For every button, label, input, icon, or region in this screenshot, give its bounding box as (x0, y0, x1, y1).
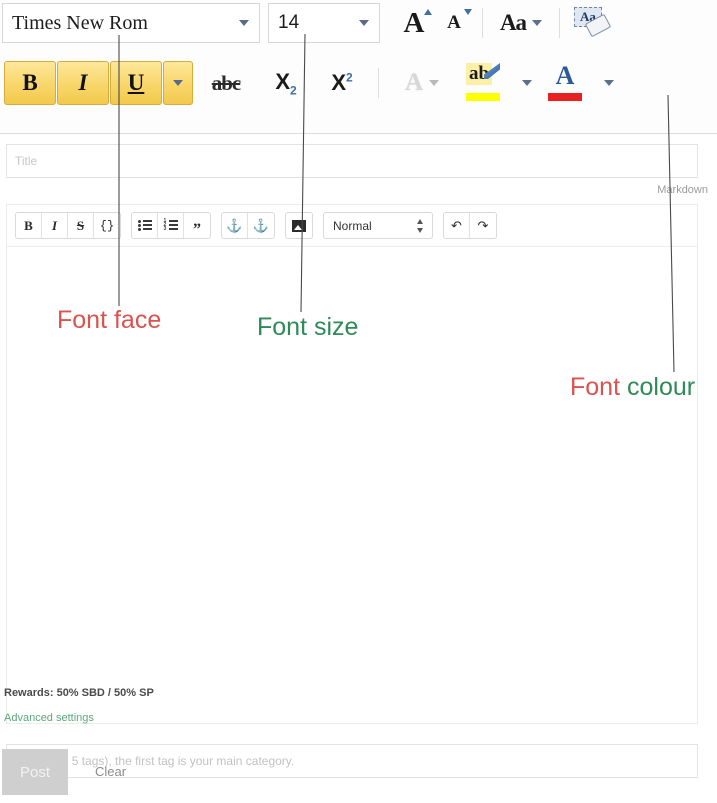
superscript-index: 2 (346, 70, 353, 85)
subscript-icon: X2 (275, 69, 296, 97)
italic-button[interactable]: I (57, 61, 109, 105)
superscript-icon: X2 (331, 70, 352, 96)
font-color-icon: A (542, 61, 588, 105)
strikethrough-icon: abc (211, 70, 241, 95)
editor-bullet-list-button[interactable] (132, 213, 158, 238)
editor-strikethrough-button[interactable]: S (68, 213, 94, 238)
subscript-index: 2 (290, 83, 297, 98)
editor-undo-button[interactable]: ↶ (444, 213, 470, 238)
shrink-font-icon: A (447, 12, 461, 33)
editor-quote-button[interactable]: ” (184, 213, 210, 238)
editor-bold-button[interactable]: B (16, 213, 42, 238)
clear-button[interactable]: Clear (95, 764, 126, 779)
change-case-icon: Aa (499, 10, 527, 35)
editor-image-group (285, 212, 313, 239)
highlight-color-bar (466, 93, 500, 101)
markdown-toggle-link[interactable]: Markdown (657, 184, 708, 196)
font-name-combobox[interactable]: Times New Rom (2, 3, 260, 43)
ribbon-font-row: Times New Rom 14 A A Aa Aa (0, 0, 717, 46)
underline-dropdown-button[interactable] (163, 61, 193, 105)
spinner-icon[interactable] (417, 218, 424, 234)
grow-font-button[interactable]: A (394, 3, 434, 43)
editor-body[interactable] (7, 247, 697, 723)
text-highlight-button[interactable]: ab (457, 63, 509, 103)
underline-label: U (127, 70, 145, 95)
highlight-dropdown-button[interactable] (509, 63, 539, 103)
advanced-settings-link[interactable]: Advanced settings (4, 712, 94, 724)
font-name-value: Times New Rom (12, 11, 148, 34)
highlight-icon: ab (460, 61, 506, 105)
ribbon-format-row: B I U abc X2 X2 A ab A (0, 52, 717, 114)
rich-text-editor: B I S {} 123 ” ⚓ ⚓ Normal ↶ ↷ (6, 204, 698, 724)
arrow-down-icon (464, 9, 472, 15)
editor-list-group: 123 ” (131, 212, 211, 239)
editor-redo-button[interactable]: ↷ (470, 213, 496, 238)
post-button[interactable]: Post (2, 749, 68, 795)
subscript-x: X (275, 68, 290, 94)
chevron-down-icon[interactable] (532, 20, 543, 26)
ribbon-divider (482, 8, 483, 38)
editor-italic-button[interactable]: I (42, 213, 68, 238)
editor-link-button[interactable]: ⚓ (222, 213, 248, 238)
text-effects-icon: A (404, 69, 424, 96)
chevron-down-icon (429, 80, 440, 86)
bold-label: B (22, 70, 38, 95)
editor-style-value: Normal (333, 218, 372, 233)
grow-font-icon: A (403, 6, 425, 39)
font-color-bar (548, 93, 582, 101)
editor-unlink-button: ⚓ (248, 213, 274, 238)
font-color-button[interactable]: A (539, 61, 591, 105)
ribbon-divider (378, 68, 379, 98)
underline-button[interactable]: U (110, 61, 162, 105)
chevron-down-icon (522, 80, 532, 86)
editor-numbered-list-button[interactable]: 123 (158, 213, 184, 238)
chevron-down-icon[interactable] (359, 20, 369, 26)
editor-link-group: ⚓ ⚓ (221, 212, 275, 239)
bold-button[interactable]: B (4, 61, 56, 105)
subscript-button[interactable]: X2 (258, 63, 314, 103)
clear-formatting-icon: Aa (568, 3, 614, 43)
editor-toolbar: B I S {} 123 ” ⚓ ⚓ Normal ↶ ↷ (7, 205, 697, 247)
font-color-dropdown-button[interactable] (591, 63, 621, 103)
strikethrough-button[interactable]: abc (194, 63, 258, 103)
editor-image-button[interactable] (286, 213, 312, 238)
change-case-button[interactable]: Aa (491, 3, 551, 43)
superscript-x: X (331, 70, 346, 95)
word-ribbon: Times New Rom 14 A A Aa Aa B I U abc X2 … (0, 0, 717, 134)
chevron-down-icon (173, 80, 183, 86)
editor-history-group: ↶ ↷ (443, 212, 497, 239)
editor-style-select[interactable]: Normal (323, 212, 433, 239)
clear-formatting-button[interactable]: Aa (568, 3, 614, 43)
numbered-list-icon: 123 (164, 219, 178, 232)
ribbon-divider (559, 8, 560, 38)
chevron-down-icon[interactable] (239, 20, 249, 26)
arrow-up-icon (424, 9, 432, 15)
text-effects-button: A (387, 63, 457, 103)
font-color-letter: A (555, 61, 575, 90)
shrink-font-button[interactable]: A (434, 3, 474, 43)
chevron-down-icon (604, 80, 614, 86)
font-size-value: 14 (278, 12, 300, 33)
italic-label: I (78, 70, 88, 95)
editor-text-format-group: B I S {} (15, 212, 121, 239)
bullet-list-icon (137, 220, 152, 231)
rewards-label: Rewards: 50% SBD / 50% SP (4, 687, 154, 699)
image-icon (292, 219, 306, 232)
editor-code-button[interactable]: {} (94, 213, 120, 238)
post-editor-page: Title Markdown B I S {} 123 ” ⚓ ⚓ Normal… (0, 134, 717, 803)
post-title-input[interactable]: Title (6, 144, 698, 178)
font-size-combobox[interactable]: 14 (268, 3, 380, 43)
superscript-button[interactable]: X2 (314, 63, 370, 103)
